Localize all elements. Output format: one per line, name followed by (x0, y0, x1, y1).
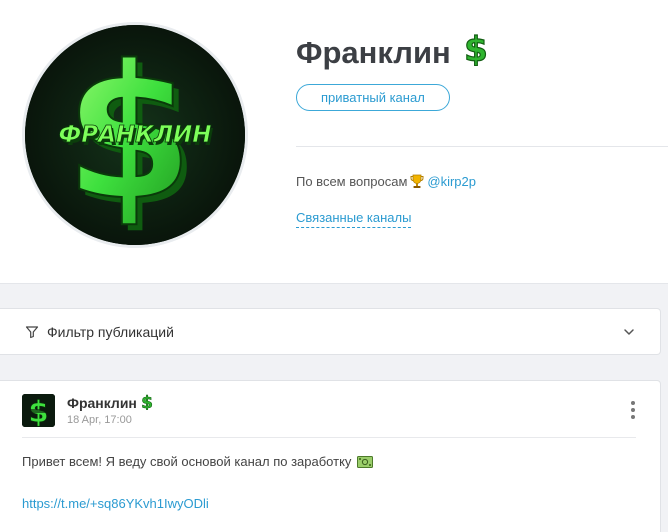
channel-avatar: $ $ ФРАНКЛИН ФРАНКЛИН (22, 22, 248, 248)
funnel-icon (25, 325, 39, 338)
dollar-emoji-icon: $ (463, 29, 489, 74)
channel-title: Франклин $ (296, 29, 489, 74)
post-text: Привет всем! Я веду свой основой канал п… (22, 454, 374, 469)
money-icon (357, 455, 374, 468)
related-channels-link[interactable]: Связанные каналы (296, 210, 412, 228)
dollar-emoji-icon: $ (141, 393, 153, 414)
post-menu-icon[interactable] (630, 401, 636, 419)
channel-title-text: Франклин (296, 35, 451, 70)
description-text: По всем вопросам (296, 173, 408, 189)
svg-text:ФРАНКЛИН: ФРАНКЛИН (58, 122, 211, 148)
channel-description: По всем вопросам @kirp2p (296, 173, 476, 189)
dollar-logo-icon: $ $ ФРАНКЛИН ФРАНКЛИН (25, 25, 245, 245)
publication-filter[interactable]: Фильтр публикаций (0, 308, 661, 355)
contact-link[interactable]: @kirp2p (427, 174, 476, 189)
trophy-icon (409, 173, 425, 189)
post-text-body: Привет всем! Я веду свой основой канал п… (22, 454, 352, 469)
post-author-name[interactable]: Франклин $ (67, 393, 153, 414)
header-divider (296, 146, 668, 147)
post-author-text: Франклин (67, 395, 137, 411)
filter-label: Фильтр публикаций (47, 323, 174, 340)
post-divider (22, 437, 636, 438)
post-author-avatar[interactable]: $ (22, 394, 55, 427)
post-date: 18 Apr, 17:00 (67, 414, 132, 426)
chevron-down-icon[interactable] (622, 325, 636, 339)
private-channel-badge[interactable]: приватный канал (296, 84, 450, 111)
post-card: $ Франклин $ 18 Apr, 17:00 Привет всем! … (0, 380, 661, 532)
svg-text:$: $ (464, 32, 488, 66)
channel-header: $ $ ФРАНКЛИН ФРАНКЛИН Франклин $ приватн… (0, 0, 668, 284)
post-invite-link[interactable]: https://t.me/+sq86YKvh1IwyODli (22, 496, 209, 511)
svg-text:$: $ (141, 393, 153, 410)
